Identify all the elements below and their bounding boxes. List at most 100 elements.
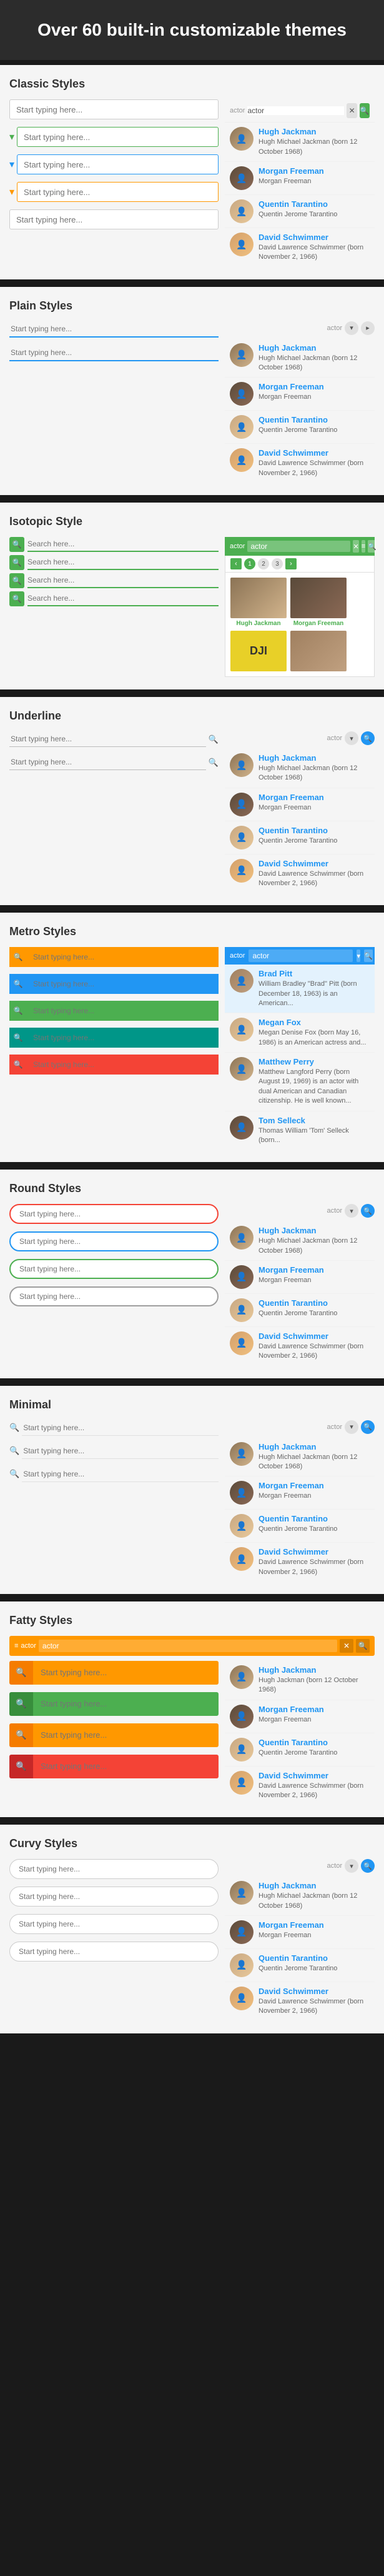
isotopic-input-4[interactable]: [27, 591, 219, 606]
metro-input-4[interactable]: [27, 1028, 219, 1048]
round-input-3[interactable]: [9, 1259, 219, 1279]
metro-up-btn[interactable]: ▾: [357, 950, 360, 962]
list-item[interactable]: 👤 David Schwimmer David Lawrence Schwimm…: [225, 228, 375, 267]
curvy-dropdown: actor ▾ 🔍 👤 Hugh Jackman Hugh Michael Ja…: [225, 1859, 375, 2020]
underline-up-btn[interactable]: ▾: [345, 731, 358, 745]
item-desc: Matthew Langford Perry (born August 19, …: [258, 1068, 370, 1106]
classic-input-3[interactable]: [17, 154, 219, 174]
list-item[interactable]: 👤 Quentin Tarantino Quentin Jerome Taran…: [225, 821, 375, 854]
list-item[interactable]: 👤 David Schwimmer David Lawrence Schwimm…: [225, 444, 375, 483]
minimal-input-3[interactable]: [22, 1466, 219, 1482]
minimal-input-2[interactable]: [22, 1443, 219, 1459]
classic-input-1[interactable]: [9, 99, 219, 119]
list-item[interactable]: 👤 Morgan Freeman Morgan Freeman: [225, 788, 375, 821]
round-search-btn[interactable]: 🔍: [361, 1204, 375, 1218]
classic-input-2[interactable]: [17, 127, 219, 147]
isotopic-clear-btn[interactable]: ✕: [353, 540, 358, 553]
list-item[interactable]: 👤 Morgan Freeman Morgan Freeman: [225, 1261, 375, 1294]
list-item[interactable]: 👤 Hugh Jackman Hugh Michael Jackman (bor…: [225, 749, 375, 788]
round-input-1[interactable]: [9, 1204, 219, 1224]
plain-up-btn[interactable]: ▾: [345, 321, 358, 335]
list-item[interactable]: 👤 Quentin Tarantino Quentin Jerome Taran…: [225, 1510, 375, 1543]
fatty-input-1[interactable]: [33, 1661, 219, 1685]
list-item[interactable]: 👤 Hugh Jackman Hugh Jackman (born 12 Oct…: [225, 1661, 375, 1700]
list-item[interactable]: 👤 Hugh Jackman Hugh Michael Jackman (bor…: [225, 1877, 375, 1916]
metro-input-2[interactable]: [27, 974, 219, 994]
list-item[interactable]: 👤 Megan Fox Megan Denise Fox (born May 1…: [225, 1013, 375, 1053]
metro-input-3[interactable]: [27, 1001, 219, 1021]
fatty-input-2[interactable]: [33, 1692, 219, 1716]
fatty-input-3[interactable]: [33, 1723, 219, 1747]
metro-input-5[interactable]: [27, 1055, 219, 1075]
underline-search-btn[interactable]: 🔍: [361, 731, 375, 745]
minimal-search-btn[interactable]: 🔍: [361, 1420, 375, 1434]
plain-input-1[interactable]: [9, 321, 219, 338]
list-item[interactable]: 👤 David Schwimmer David Lawrence Schwimm…: [225, 1982, 375, 2021]
item-name: David Schwimmer: [258, 1987, 370, 1997]
classic-input-4[interactable]: [17, 182, 219, 202]
curvy-up-btn[interactable]: ▾: [345, 1859, 358, 1873]
fatty-input-4[interactable]: [33, 1755, 219, 1778]
metro-search-btn[interactable]: 🔍: [364, 950, 373, 962]
list-item[interactable]: 👤 David Schwimmer David Lawrence Schwimm…: [225, 1767, 375, 1805]
isotopic-input-1[interactable]: [27, 537, 219, 552]
underline-input-1[interactable]: [9, 731, 206, 747]
isotopic-label: actor: [230, 543, 245, 550]
list-item[interactable]: 👤 David Schwimmer David Lawrence Schwimm…: [225, 854, 375, 893]
round-up-btn[interactable]: ▾: [345, 1204, 358, 1218]
classic-search-btn[interactable]: 🔍: [360, 103, 370, 118]
curvy-input-4[interactable]: [9, 1942, 219, 1962]
page-1[interactable]: 1: [244, 558, 255, 569]
list-item[interactable]: 👤 David Schwimmer David Lawrence Schwimm…: [225, 1327, 375, 1366]
list-item[interactable]: 👤 Morgan Freeman Morgan Freeman: [225, 1476, 375, 1510]
underline-input-2[interactable]: [9, 754, 206, 770]
isotopic-search-input[interactable]: [247, 541, 350, 552]
round-input-2[interactable]: [9, 1231, 219, 1251]
minimal-up-btn[interactable]: ▾: [345, 1420, 358, 1434]
isotopic-input-3[interactable]: [27, 573, 219, 588]
list-item[interactable]: 👤 Quentin Tarantino Quentin Jerome Taran…: [225, 1733, 375, 1767]
plain-input-2[interactable]: [9, 345, 219, 361]
list-item[interactable]: 👤 Hugh Jackman Hugh Michael Jackman (bor…: [225, 1438, 375, 1477]
list-item[interactable]: 👤 Quentin Tarantino Quentin Jerome Taran…: [225, 195, 375, 228]
isotopic-search-btn[interactable]: 🔍: [368, 540, 377, 553]
list-item[interactable]: 👤 Hugh Jackman Hugh Michael Jackman (bor…: [225, 1221, 375, 1261]
list-item[interactable]: 👤 David Schwimmer David Lawrence Schwimm…: [225, 1543, 375, 1581]
classic-search-input[interactable]: [247, 106, 344, 115]
item-text: Hugh Jackman Hugh Michael Jackman (born …: [258, 343, 370, 373]
curvy-search-btn[interactable]: 🔍: [361, 1859, 375, 1873]
minimal-content: 🔍 🔍 🔍 actor ▾ 🔍 👤 Hugh Jackman: [9, 1420, 375, 1581]
isotopic-next-btn[interactable]: ›: [285, 558, 297, 569]
list-item[interactable]: 👤 Quentin Tarantino Quentin Jerome Taran…: [225, 1949, 375, 1982]
classic-clear-btn[interactable]: ✕: [347, 103, 357, 118]
list-item[interactable]: 👤 Morgan Freeman Morgan Freeman: [225, 1916, 375, 1949]
list-item[interactable]: 👤 Tom Selleck Thomas William 'Tom' Selle…: [225, 1111, 375, 1150]
curvy-input-group-2: [9, 1887, 219, 1907]
curvy-input-2[interactable]: [9, 1887, 219, 1907]
classic-input-5[interactable]: [9, 209, 219, 229]
curvy-input-1[interactable]: [9, 1859, 219, 1879]
isotopic-input-2[interactable]: [27, 555, 219, 570]
minimal-input-1[interactable]: [22, 1420, 219, 1436]
fatty-top-search-input[interactable]: [39, 1640, 337, 1652]
curvy-input-3[interactable]: [9, 1914, 219, 1934]
list-item[interactable]: 👤 Matthew Perry Matthew Langford Perry (…: [225, 1053, 375, 1111]
list-item[interactable]: 👤 Morgan Freeman Morgan Freeman: [225, 1700, 375, 1733]
list-item[interactable]: 👤 Hugh Jackman Hugh Michael Jackman (bor…: [225, 339, 375, 378]
list-item[interactable]: 👤 Brad Pitt William Bradley "Brad" Pitt …: [225, 965, 375, 1013]
isotopic-prev-btn[interactable]: ‹: [230, 558, 242, 569]
page-3[interactable]: 3: [272, 558, 283, 569]
list-item[interactable]: 👤 Quentin Tarantino Quentin Jerome Taran…: [225, 411, 375, 444]
list-item[interactable]: 👤 Morgan Freeman Morgan Freeman: [225, 378, 375, 411]
list-item[interactable]: 👤 Quentin Tarantino Quentin Jerome Taran…: [225, 1294, 375, 1327]
plain-down-btn[interactable]: ▸: [361, 321, 375, 335]
fatty-top-clear-btn[interactable]: ✕: [340, 1639, 353, 1653]
round-input-4[interactable]: [9, 1286, 219, 1306]
page-2[interactable]: 2: [258, 558, 269, 569]
fatty-top-search-btn[interactable]: 🔍: [356, 1639, 370, 1653]
metro-input-1[interactable]: [27, 947, 219, 967]
metro-search-input[interactable]: [249, 950, 353, 962]
isotopic-bars-btn[interactable]: ≡: [362, 540, 365, 553]
list-item[interactable]: 👤 Hugh Jackman Hugh Michael Jackman (bor…: [225, 123, 375, 162]
list-item[interactable]: 👤 Morgan Freeman Morgan Freeman: [225, 162, 375, 195]
